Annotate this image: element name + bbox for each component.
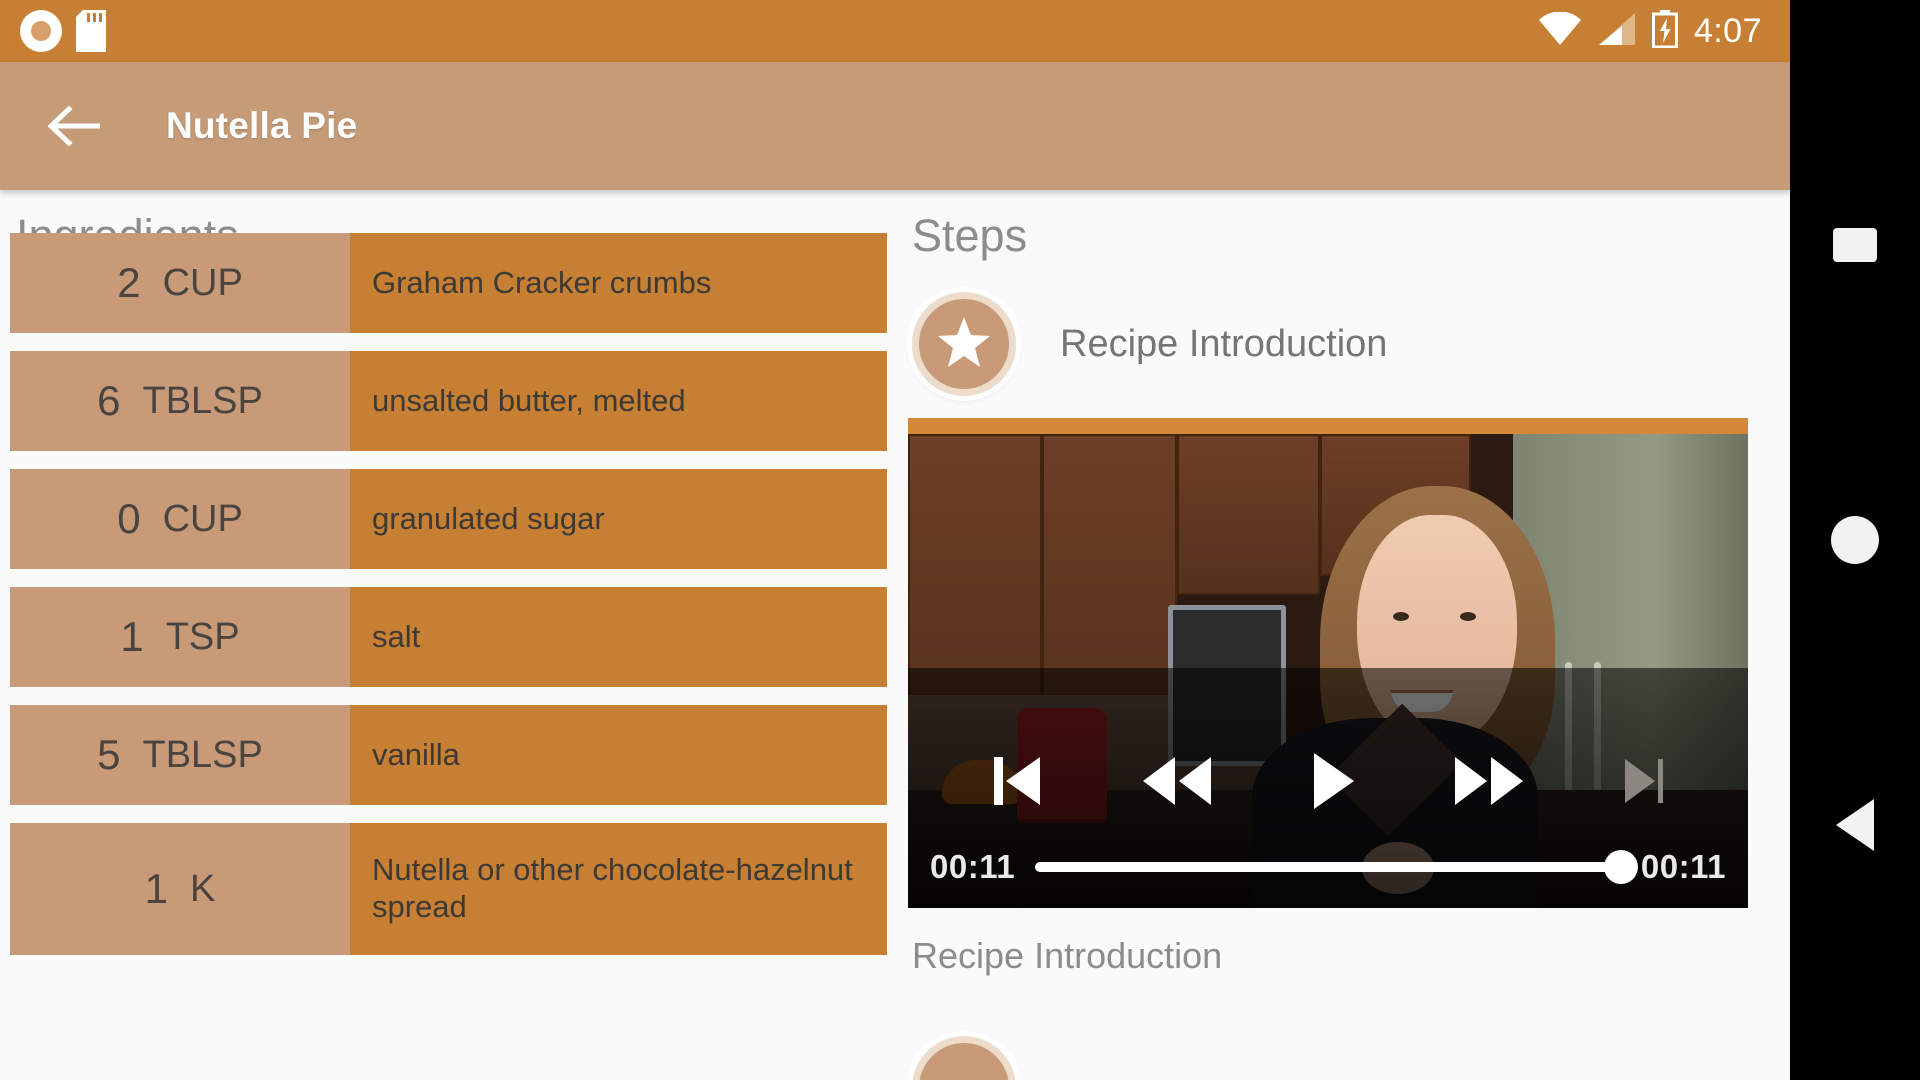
record-icon — [20, 10, 62, 52]
screen-root: 4:07 Nutella Pie Ingredients 2CUPGraham … — [0, 0, 1920, 1080]
back-triangle-icon[interactable] — [1790, 760, 1920, 890]
app-viewport: 4:07 Nutella Pie Ingredients 2CUPGraham … — [0, 0, 1790, 1080]
ingredient-amount: 2 — [117, 259, 141, 306]
battery-charging-icon — [1651, 9, 1678, 53]
ingredient-name: granulated sugar — [350, 469, 887, 569]
ingredient-name: salt — [350, 587, 887, 687]
step-badge-next[interactable] — [912, 1036, 1016, 1080]
ingredient-name: Graham Cracker crumbs — [350, 233, 887, 333]
ingredient-amount: 0 — [117, 495, 141, 542]
transport-controls — [908, 718, 1748, 848]
back-arrow-icon[interactable] — [42, 93, 108, 159]
status-bar-clock: 4:07 — [1693, 11, 1762, 50]
status-bar-left-icons — [0, 10, 106, 52]
ingredient-unit: TSP — [165, 615, 240, 658]
ingredient-row[interactable]: 5 TBLSP vanilla — [10, 705, 887, 805]
ingredient-name: Nutella or other chocolate-hazelnut spre… — [350, 823, 887, 955]
video-controls-overlay: 00:11 00:11 — [908, 668, 1748, 908]
ingredient-row[interactable]: 0 CUP granulated sugar — [10, 469, 887, 569]
ingredient-row[interactable]: 6 TBLSP unsalted butter, melted — [10, 351, 887, 451]
cellular-signal-icon — [1598, 12, 1636, 51]
ingredients-list[interactable]: 2 CUP Graham Cracker crumbs 6 TBLSP unsalted … — [0, 233, 890, 1080]
ingredient-quantity-cell: 5 TBLSP — [10, 705, 350, 805]
app-toolbar: Nutella Pie — [0, 62, 1790, 190]
presenter-eye-left — [1392, 612, 1409, 622]
recents-square-icon[interactable] — [1790, 180, 1920, 310]
ingredient-row[interactable]: 2 CUP Graham Cracker crumbs — [10, 233, 887, 333]
ingredient-amount: 1 — [144, 865, 168, 912]
step-header-current[interactable]: Recipe Introduction — [912, 292, 1387, 396]
steps-panel: Steps Recipe Introduction 00:11 00:11 Re… — [890, 190, 1790, 1080]
ingredient-unit: CUP — [162, 497, 243, 540]
ingredient-amount: 1 — [120, 613, 144, 660]
skip-previous-icon[interactable] — [990, 753, 1044, 809]
duration-time: 00:11 — [1640, 848, 1726, 885]
step-badge[interactable] — [912, 292, 1016, 396]
video-top-strip — [908, 418, 1748, 434]
ingredient-amount: 5 — [97, 731, 121, 778]
wifi-icon — [1538, 10, 1582, 51]
cabinet-3 — [1176, 434, 1320, 596]
ingredient-unit: TBLSP — [142, 733, 263, 776]
seek-bar-thumb[interactable] — [1603, 850, 1638, 884]
step-title: Recipe Introduction — [1060, 322, 1388, 365]
ingredient-unit: K — [190, 867, 216, 910]
ingredient-quantity-cell: 1 TSP — [10, 587, 350, 687]
page-title: Nutella Pie — [166, 105, 358, 146]
seek-bar-row: 00:11 00:11 — [908, 848, 1748, 908]
ingredient-row[interactable]: 1 TSP salt — [10, 587, 887, 687]
system-navigation-bar — [1790, 0, 1920, 1080]
play-icon[interactable] — [1310, 750, 1356, 812]
status-bar: 4:07 — [0, 0, 1790, 62]
ingredient-row[interactable]: 1 K Nutella or other chocolate-hazelnut sp… — [10, 823, 887, 955]
step-caption: Recipe Introduction — [912, 935, 1223, 976]
ingredient-quantity-cell: 6 TBLSP — [10, 351, 350, 451]
step-header-next[interactable] — [912, 1036, 1016, 1080]
seek-bar-fill — [1035, 862, 1621, 872]
sd-card-icon — [76, 10, 106, 52]
ingredients-panel: Ingredients 2CUPGraham Cracker crumbs6TB… — [0, 190, 890, 1080]
fast-forward-icon[interactable] — [1453, 753, 1525, 809]
ingredient-quantity-cell: 2 CUP — [10, 233, 350, 333]
ingredient-unit: CUP — [162, 261, 243, 304]
skip-next-icon[interactable] — [1622, 756, 1666, 806]
video-player[interactable]: 00:11 00:11 — [908, 418, 1748, 908]
status-bar-right-icons: 4:07 — [1538, 9, 1790, 53]
steps-section-title: Steps — [912, 210, 1028, 261]
ingredient-unit: TBLSP — [142, 379, 263, 422]
elapsed-time: 00:11 — [930, 848, 1016, 885]
star-icon — [936, 315, 992, 374]
ingredient-amount: 6 — [97, 377, 121, 424]
ingredient-name: vanilla — [350, 705, 887, 805]
home-circle-icon[interactable] — [1790, 475, 1920, 605]
video-frame: 00:11 00:11 — [908, 434, 1748, 908]
content-area: Ingredients 2CUPGraham Cracker crumbs6TB… — [0, 190, 1790, 1080]
ingredient-quantity-cell: 0 CUP — [10, 469, 350, 569]
seek-bar[interactable] — [1035, 850, 1638, 884]
ingredient-name: unsalted butter, melted — [350, 351, 887, 451]
presenter-eye-right — [1459, 612, 1476, 622]
ingredient-quantity-cell: 1K — [10, 823, 350, 955]
rewind-icon[interactable] — [1141, 753, 1213, 809]
